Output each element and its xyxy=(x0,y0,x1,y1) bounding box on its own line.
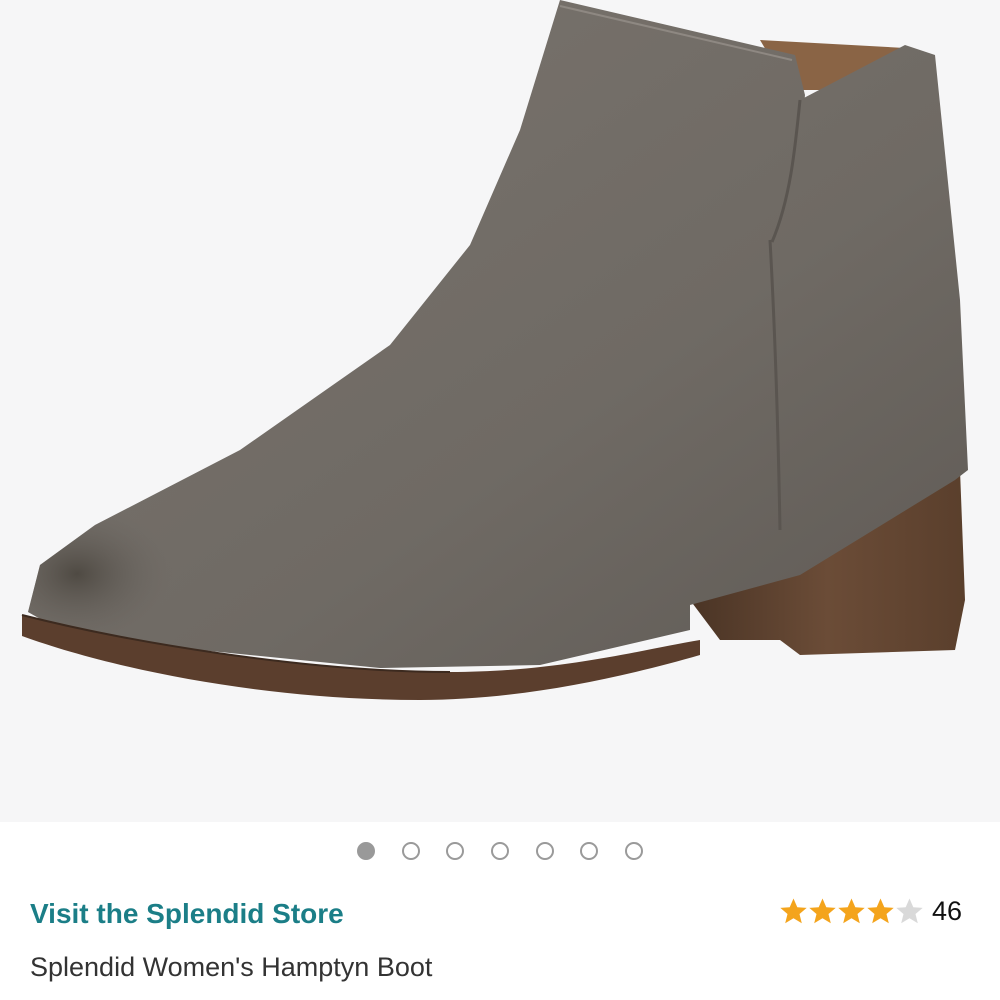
star-empty-icon xyxy=(896,898,923,924)
carousel-dot[interactable] xyxy=(580,842,599,860)
product-page: Visit the Splendid Store 46 Splendid Wom… xyxy=(0,0,1000,1000)
image-carousel-dots xyxy=(0,842,1000,868)
ankle-boot-image xyxy=(21,0,968,700)
carousel-dot[interactable] xyxy=(535,842,554,860)
rating-summary[interactable]: 46 xyxy=(779,896,962,927)
star-filled-icon xyxy=(780,898,807,924)
star-filled-icon xyxy=(809,898,836,924)
product-title: Splendid Women's Hamptyn Boot xyxy=(30,952,433,982)
carousel-dot[interactable] xyxy=(401,842,420,860)
star-rating xyxy=(779,897,924,926)
carousel-dot[interactable] xyxy=(624,842,643,860)
carousel-dot[interactable] xyxy=(357,842,376,860)
product-image-area[interactable] xyxy=(0,0,1000,822)
carousel-dot[interactable] xyxy=(446,842,465,860)
star-filled-icon xyxy=(867,898,894,924)
visit-store-link[interactable]: Visit the Splendid Store xyxy=(30,898,344,930)
rating-count: 46 xyxy=(931,896,962,926)
carousel-dot[interactable] xyxy=(491,842,509,860)
star-filled-icon xyxy=(838,898,865,924)
